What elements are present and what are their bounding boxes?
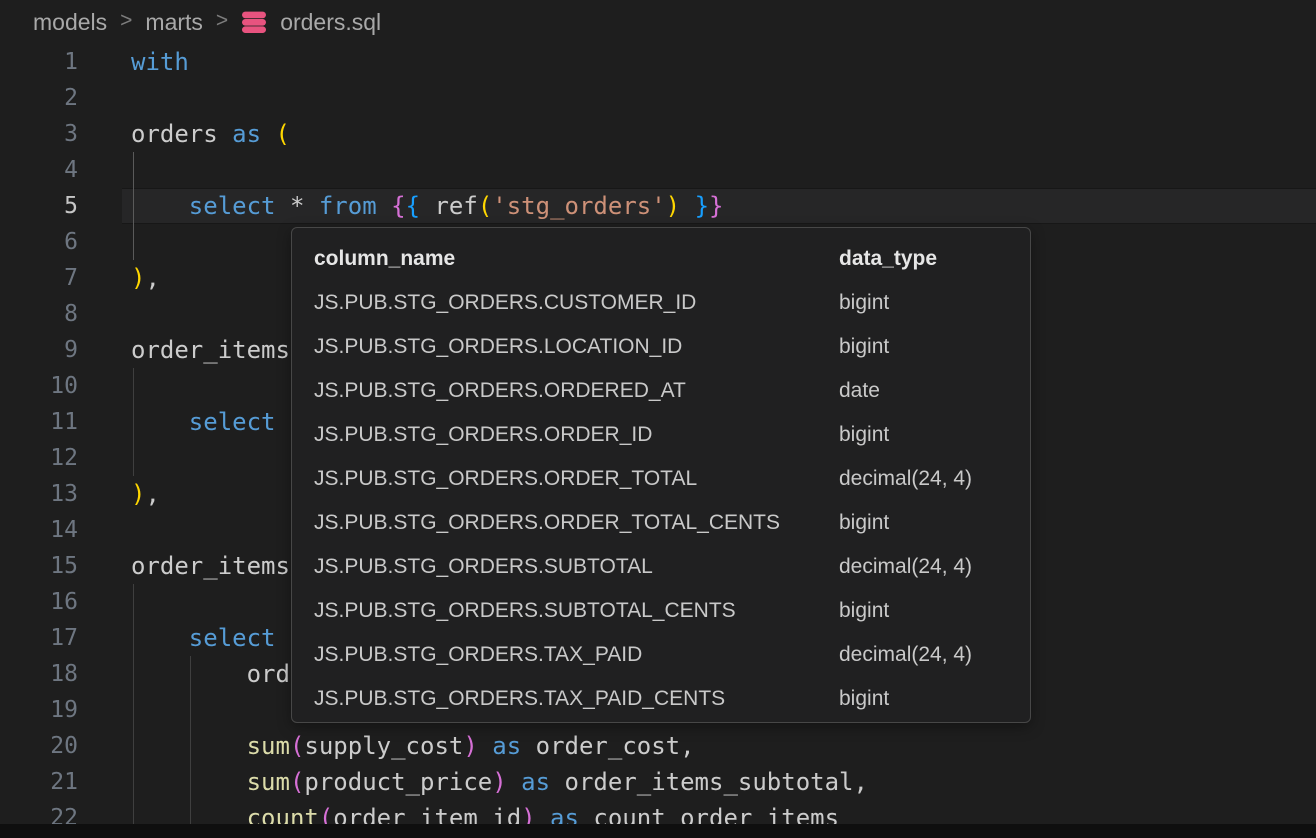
line-number: 12 [0, 440, 78, 476]
database-icon [241, 9, 267, 35]
line-number: 4 [0, 152, 78, 188]
code-line[interactable]: sum(product_price) as order_items_subtot… [131, 764, 1316, 800]
hover-metadata-popup: column_name data_type JS.PUB.STG_ORDERS.… [291, 227, 1031, 723]
line-number: 20 [0, 728, 78, 764]
data-type-header: data_type [839, 237, 937, 281]
line-number: 17 [0, 620, 78, 656]
chevron-right-icon: > [120, 9, 132, 33]
table-row: JS.PUB.STG_ORDERS.ORDER_ID bigint [292, 413, 1030, 457]
line-number: 21 [0, 764, 78, 800]
editor-bottom-edge [0, 824, 1316, 838]
line-number: 19 [0, 692, 78, 728]
code-line[interactable] [131, 152, 1316, 188]
column-name-cell: JS.PUB.STG_ORDERS.ORDERED_AT [314, 369, 686, 413]
line-number: 2 [0, 80, 78, 116]
line-number: 8 [0, 296, 78, 332]
table-row: JS.PUB.STG_ORDERS.SUBTOTAL decimal(24, 4) [292, 545, 1030, 589]
column-name-cell: JS.PUB.STG_ORDERS.LOCATION_ID [314, 325, 682, 369]
code-editor-window: models > marts > orders.sql 123456789101… [0, 0, 1316, 838]
column-name-cell: JS.PUB.STG_ORDERS.ORDER_TOTAL [314, 457, 697, 501]
code-line[interactable]: orders as ( [131, 116, 1316, 152]
table-row: JS.PUB.STG_ORDERS.LOCATION_ID bigint [292, 325, 1030, 369]
data-type-cell: bigint [839, 413, 889, 457]
code-line[interactable] [131, 80, 1316, 116]
code-line[interactable]: with [131, 44, 1316, 80]
line-number: 9 [0, 332, 78, 368]
table-row: JS.PUB.STG_ORDERS.ORDER_TOTAL decimal(24,… [292, 457, 1030, 501]
line-number: 18 [0, 656, 78, 692]
data-type-cell: bigint [839, 281, 889, 325]
line-number: 3 [0, 116, 78, 152]
column-name-cell: JS.PUB.STG_ORDERS.TAX_PAID_CENTS [314, 677, 725, 721]
column-name-cell: JS.PUB.STG_ORDERS.ORDER_TOTAL_CENTS [314, 501, 780, 545]
table-row: JS.PUB.STG_ORDERS.TAX_PAID decimal(24, 4) [292, 633, 1030, 677]
data-type-cell: decimal(24, 4) [839, 633, 972, 677]
breadcrumb-item-models[interactable]: models [33, 9, 107, 36]
chevron-right-icon: > [216, 9, 228, 33]
code-line[interactable]: sum(supply_cost) as order_cost, [131, 728, 1316, 764]
line-number: 6 [0, 224, 78, 260]
line-number: 16 [0, 584, 78, 620]
column-name-cell: JS.PUB.STG_ORDERS.SUBTOTAL [314, 545, 653, 589]
data-type-cell: date [839, 369, 880, 413]
data-type-cell: decimal(24, 4) [839, 457, 972, 501]
breadcrumb-item-marts[interactable]: marts [145, 9, 203, 36]
line-number: 5 [0, 188, 78, 224]
editor-pane[interactable]: 12345678910111213141516171819202122 with… [0, 44, 1316, 838]
line-number: 15 [0, 548, 78, 584]
table-header-row: column_name data_type [292, 237, 1030, 281]
table-row: JS.PUB.STG_ORDERS.ORDERED_AT date [292, 369, 1030, 413]
data-type-cell: bigint [839, 589, 889, 633]
column-name-cell: JS.PUB.STG_ORDERS.CUSTOMER_ID [314, 281, 696, 325]
breadcrumb: models > marts > orders.sql [0, 0, 1316, 44]
line-number: 10 [0, 368, 78, 404]
data-type-cell: bigint [839, 325, 889, 369]
code-line[interactable]: select * from {{ ref('stg_orders') }} [131, 188, 1316, 224]
line-number: 11 [0, 404, 78, 440]
column-name-cell: JS.PUB.STG_ORDERS.TAX_PAID [314, 633, 642, 677]
data-type-cell: decimal(24, 4) [839, 545, 972, 589]
column-name-header: column_name [314, 237, 455, 281]
line-number: 7 [0, 260, 78, 296]
column-name-cell: JS.PUB.STG_ORDERS.ORDER_ID [314, 413, 652, 457]
line-number: 1 [0, 44, 78, 80]
table-row: JS.PUB.STG_ORDERS.SUBTOTAL_CENTS bigint [292, 589, 1030, 633]
line-number: 14 [0, 512, 78, 548]
table-row: JS.PUB.STG_ORDERS.CUSTOMER_ID bigint [292, 281, 1030, 325]
table-row: JS.PUB.STG_ORDERS.TAX_PAID_CENTS bigint [292, 677, 1030, 721]
column-name-cell: JS.PUB.STG_ORDERS.SUBTOTAL_CENTS [314, 589, 736, 633]
data-type-cell: bigint [839, 501, 889, 545]
data-type-cell: bigint [839, 677, 889, 721]
breadcrumb-item-file[interactable]: orders.sql [280, 9, 381, 36]
table-row: JS.PUB.STG_ORDERS.ORDER_TOTAL_CENTS bigin… [292, 501, 1030, 545]
line-number: 13 [0, 476, 78, 512]
